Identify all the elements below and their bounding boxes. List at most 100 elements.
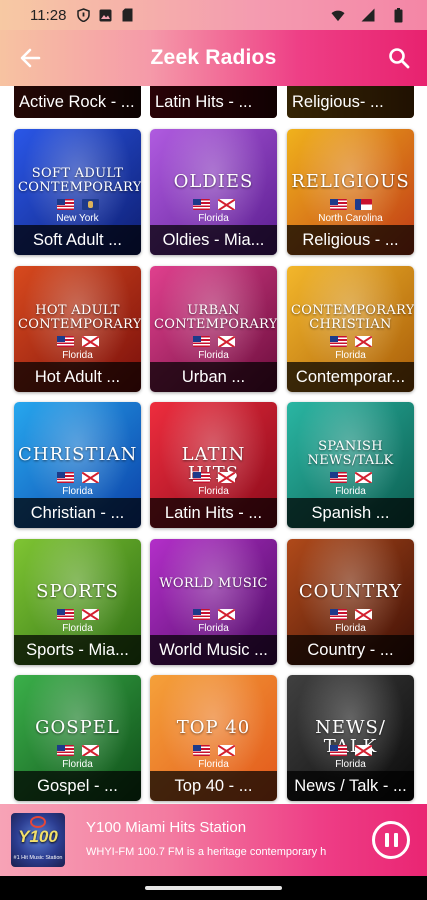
station-tile[interactable]: Religious North Carolina Religious - ... xyxy=(287,129,414,255)
station-caption: World Music ... xyxy=(150,635,277,665)
flags xyxy=(150,472,277,483)
station-caption: Religious - ... xyxy=(287,225,414,255)
station-tile[interactable]: Spanish News/Talk Florida Spanish ... xyxy=(287,402,414,528)
flags xyxy=(14,745,141,756)
state-label: Florida xyxy=(198,350,229,361)
state-label: Florida xyxy=(198,486,229,497)
genre-label: Hot Adult Contemporary xyxy=(18,303,141,332)
station-tile[interactable]: World Music Florida World Music ... xyxy=(150,539,277,665)
station-tile[interactable]: Christian Florida Christian - ... xyxy=(14,402,141,528)
station-logo: Y100 #1 Hit Music Station xyxy=(11,813,65,867)
status-bar: 11:28 xyxy=(0,0,427,30)
genre-label: Religious xyxy=(291,171,410,192)
station-caption: Soft Adult ... xyxy=(14,225,141,255)
state-flag-icon xyxy=(217,199,235,210)
shield-icon xyxy=(76,8,90,22)
state-label: Florida xyxy=(62,486,93,497)
us-flag-icon xyxy=(329,199,347,210)
us-flag-icon xyxy=(56,472,74,483)
us-flag-icon xyxy=(192,336,210,347)
state-label: Florida xyxy=(198,759,229,770)
station-caption: Active Rock - ... xyxy=(14,86,141,118)
station-grid[interactable]: Active Rock - ... Latin Hits - ... Relig… xyxy=(0,86,427,804)
state-label: Florida xyxy=(335,486,366,497)
station-tile[interactable]: Oldies Florida Oldies - Mia... xyxy=(150,129,277,255)
us-flag-icon xyxy=(56,745,74,756)
station-caption: News / Talk - ... xyxy=(287,771,414,801)
state-label: Florida xyxy=(335,623,366,634)
us-flag-icon xyxy=(192,472,210,483)
station-tile[interactable]: Soft Adult Contemporary New York Soft Adul… xyxy=(14,129,141,255)
state-flag-icon xyxy=(354,199,372,210)
genre-label: Contemporary Christian xyxy=(291,303,414,332)
station-caption: Latin Hits - ... xyxy=(150,498,277,528)
genre-label: Urban Contemporary xyxy=(154,303,277,332)
station-tile[interactable]: Top 40 Florida Top 40 - ... xyxy=(150,675,277,801)
station-tile[interactable]: Active Rock - ... xyxy=(14,86,141,118)
state-label: Florida xyxy=(198,213,229,224)
station-tile[interactable]: Country Florida Country - ... xyxy=(287,539,414,665)
genre-label: Country xyxy=(298,581,403,602)
station-tile[interactable]: Religious- ... xyxy=(287,86,414,118)
flags xyxy=(287,745,414,756)
genre-label: Christian xyxy=(18,444,138,465)
back-arrow-icon[interactable] xyxy=(16,44,44,72)
flags xyxy=(287,336,414,347)
state-flag-icon xyxy=(217,609,235,620)
us-flag-icon xyxy=(329,745,347,756)
station-tile[interactable]: Sports Florida Sports - Mia... xyxy=(14,539,141,665)
station-tile[interactable]: Urban Contemporary Florida Urban ... xyxy=(150,266,277,392)
us-flag-icon xyxy=(56,199,74,210)
flags xyxy=(287,472,414,483)
station-tile[interactable]: Latin Hits - ... xyxy=(150,86,277,118)
us-flag-icon xyxy=(329,472,347,483)
state-label: New York xyxy=(56,213,99,224)
genre-label: Soft Adult Contemporary xyxy=(18,166,141,195)
state-label: Florida xyxy=(62,350,93,361)
flags xyxy=(287,609,414,620)
genre-label: Oldies xyxy=(173,171,254,192)
sd-card-icon xyxy=(120,8,134,22)
home-gesture-pill[interactable] xyxy=(145,886,282,890)
us-flag-icon xyxy=(329,336,347,347)
page-title: Zeek Radios xyxy=(150,46,277,69)
state-flag-icon xyxy=(217,745,235,756)
flags xyxy=(287,199,414,210)
state-label: Florida xyxy=(62,623,93,634)
us-flag-icon xyxy=(192,745,210,756)
pause-icon[interactable] xyxy=(372,821,410,859)
signal-icon xyxy=(361,8,375,22)
now-playing-bar[interactable]: Y100 #1 Hit Music Station Y100 Miami Hit… xyxy=(0,804,427,876)
station-tile[interactable]: Hot Adult Contemporary Florida Hot Adult .… xyxy=(14,266,141,392)
search-icon[interactable] xyxy=(385,44,413,72)
flags xyxy=(14,336,141,347)
station-caption: Urban ... xyxy=(150,362,277,392)
state-flag-icon xyxy=(81,199,99,210)
flags xyxy=(14,472,141,483)
genre-label: Spanish News/Talk xyxy=(307,439,394,468)
genre-label: Gospel xyxy=(35,717,120,738)
flags xyxy=(14,199,141,210)
genre-label: World Music xyxy=(159,576,268,591)
genre-label: Top 40 xyxy=(176,717,251,738)
station-caption: Religious- ... xyxy=(287,86,414,118)
station-tile[interactable]: Latin Hits Florida Latin Hits - ... xyxy=(150,402,277,528)
station-caption: Latin Hits - ... xyxy=(150,86,277,118)
flags xyxy=(14,609,141,620)
station-caption: Hot Adult ... xyxy=(14,362,141,392)
station-caption: Spanish ... xyxy=(287,498,414,528)
state-flag-icon xyxy=(354,609,372,620)
station-description: WHYI-FM 100.7 FM is a heritage contempor… xyxy=(86,846,327,858)
system-nav-bar xyxy=(0,876,427,900)
us-flag-icon xyxy=(192,609,210,620)
station-tile[interactable]: Contemporary Christian Florida Contemporar… xyxy=(287,266,414,392)
partial-row: Active Rock - ... Latin Hits - ... Relig… xyxy=(0,86,427,118)
station-tile[interactable]: Gospel Florida Gospel - ... xyxy=(14,675,141,801)
us-flag-icon xyxy=(192,199,210,210)
us-flag-icon xyxy=(56,609,74,620)
station-caption: Christian - ... xyxy=(14,498,141,528)
battery-icon xyxy=(391,7,405,22)
flags xyxy=(150,609,277,620)
station-tile[interactable]: News/ Talk Florida News / Talk - ... xyxy=(287,675,414,801)
wifi-icon xyxy=(331,8,345,22)
